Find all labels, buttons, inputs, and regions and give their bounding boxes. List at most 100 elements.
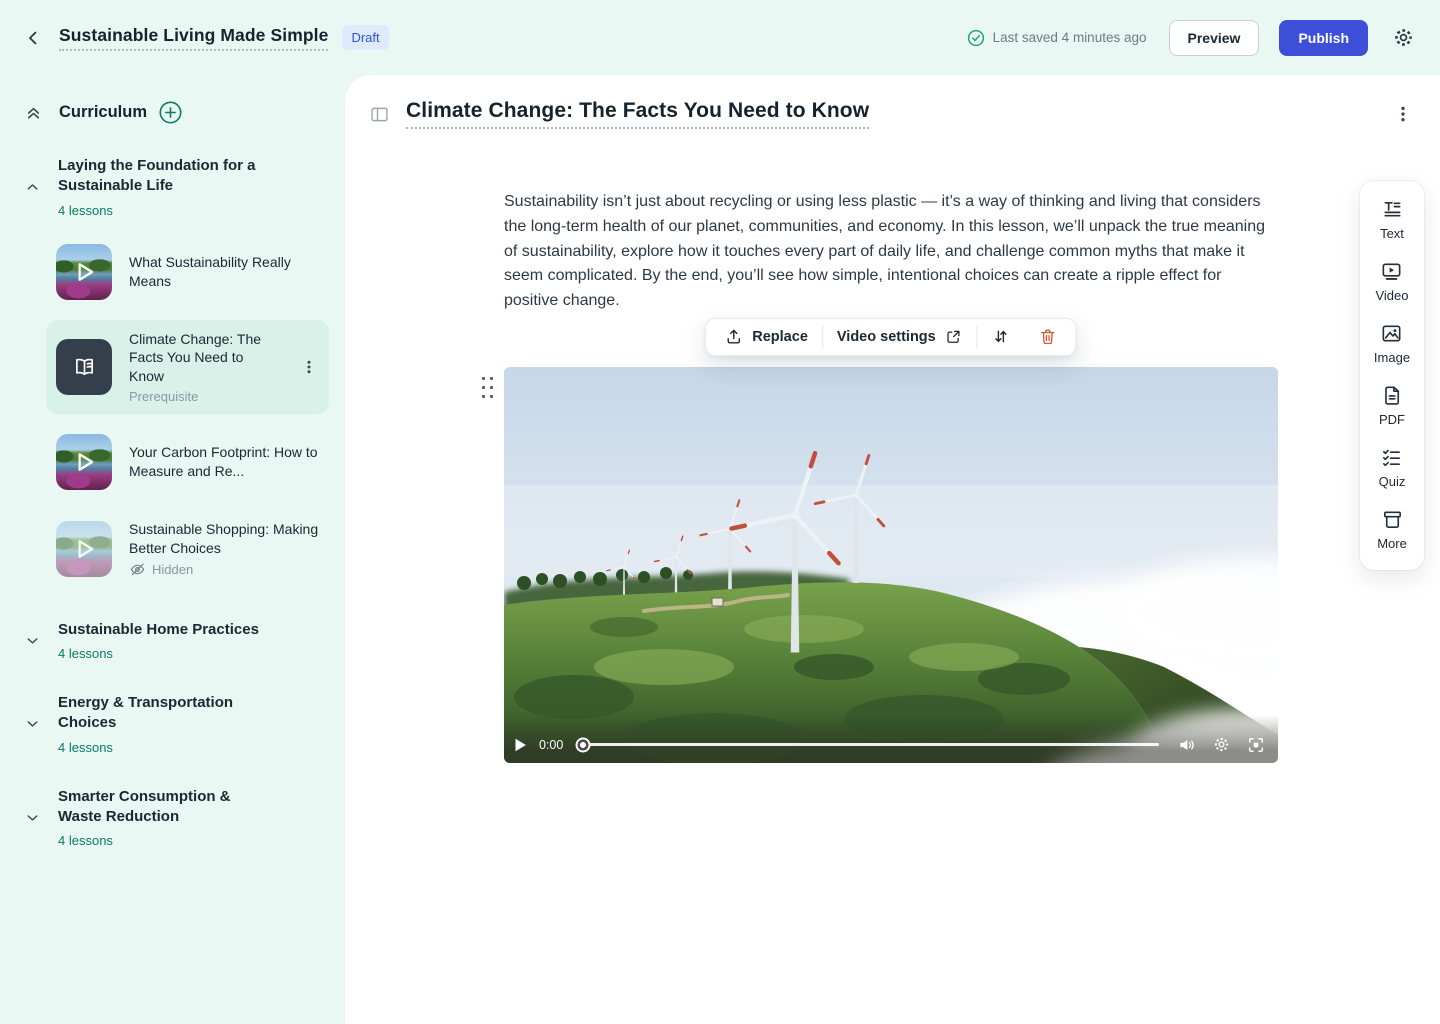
- reading-lesson-tile: [56, 339, 112, 395]
- collapse-all-button[interactable]: [24, 103, 43, 122]
- top-bar: Sustainable Living Made Simple Draft Las…: [0, 0, 1440, 75]
- curriculum-title: Curriculum: [59, 103, 147, 122]
- section-header[interactable]: Energy & Transportation Choices 4 lesson…: [24, 693, 329, 755]
- fullscreen-button[interactable]: [1246, 735, 1266, 755]
- image-block-icon: [1380, 322, 1403, 345]
- add-pdf-block-button[interactable]: PDF: [1379, 384, 1405, 427]
- volume-button[interactable]: [1177, 735, 1197, 755]
- lesson-item-sustainable-shopping[interactable]: Sustainable Shopping: Making Better Choi…: [46, 510, 329, 588]
- delete-block-button[interactable]: [1025, 319, 1072, 355]
- section-header[interactable]: Laying the Foundation for a Sustainable …: [24, 156, 329, 218]
- video-thumbnail: [56, 521, 112, 577]
- section-lesson-count: 4 lessons: [58, 203, 268, 218]
- drag-handle[interactable]: [478, 373, 492, 402]
- lesson-options-button[interactable]: [1394, 105, 1412, 123]
- lesson-options-button[interactable]: [299, 355, 319, 379]
- video-toolbar: Replace Video settings: [705, 318, 1076, 356]
- curriculum-sidebar: Curriculum Laying the Foundation for a S…: [0, 75, 345, 1024]
- curriculum-section: Laying the Foundation for a Sustainable …: [0, 156, 345, 588]
- preview-button[interactable]: Preview: [1169, 20, 1260, 56]
- trash-icon: [1039, 327, 1058, 346]
- toggle-sidebar-button[interactable]: [369, 104, 390, 125]
- add-video-block-button[interactable]: Video: [1375, 260, 1408, 303]
- section-title: Energy & Transportation Choices: [58, 693, 268, 734]
- double-chevron-up-icon: [24, 103, 43, 122]
- last-saved-text: Last saved 4 minutes ago: [993, 30, 1147, 45]
- video-controls: 0:00: [504, 715, 1278, 763]
- add-image-block-button[interactable]: Image: [1374, 322, 1410, 365]
- lesson-item-climate-change[interactable]: Climate Change: The Facts You Need to Kn…: [46, 320, 329, 415]
- chevron-left-icon: [24, 29, 42, 47]
- chevron-down-icon: [24, 809, 41, 826]
- section-title: Sustainable Home Practices: [58, 620, 259, 640]
- video-block-icon: [1380, 260, 1403, 283]
- book-open-icon: [71, 353, 98, 380]
- settings-button[interactable]: [1392, 26, 1415, 49]
- back-button[interactable]: [24, 29, 42, 47]
- quiz-block-icon: [1380, 446, 1403, 469]
- play-icon: [69, 257, 99, 287]
- chevron-up-icon: [24, 178, 41, 195]
- seek-bar[interactable]: [583, 743, 1159, 746]
- add-quiz-block-button[interactable]: Quiz: [1379, 446, 1406, 489]
- text-block-icon: [1381, 198, 1404, 221]
- player-settings-button[interactable]: [1212, 735, 1231, 754]
- lesson-meta: Hidden: [152, 562, 193, 577]
- chevron-down-icon: [24, 632, 41, 649]
- replace-video-button[interactable]: Replace: [710, 319, 822, 355]
- add-section-button[interactable]: [159, 101, 182, 124]
- lesson-title: Sustainable Shopping: Making Better Choi…: [129, 520, 319, 558]
- lesson-title: What Sustainability Really Means: [129, 253, 319, 291]
- check-circle-icon: [967, 29, 985, 47]
- player-gear-icon: [1212, 735, 1231, 754]
- video-frame-wind-turbines: [504, 367, 1278, 763]
- kebab-icon: [1394, 105, 1412, 123]
- publish-button[interactable]: Publish: [1279, 20, 1368, 56]
- fullscreen-icon: [1246, 735, 1266, 755]
- current-time: 0:00: [539, 738, 563, 752]
- add-text-block-button[interactable]: Text: [1380, 198, 1404, 241]
- section-header[interactable]: Sustainable Home Practices 4 lessons: [24, 620, 329, 661]
- video-thumbnail: [56, 244, 112, 300]
- video-thumbnail: [56, 434, 112, 490]
- video-block: Replace Video settings: [504, 367, 1278, 763]
- plus-circle-icon: [159, 101, 182, 124]
- more-blocks-icon: [1381, 508, 1404, 531]
- kebab-icon: [301, 359, 317, 375]
- section-title: Smarter Consumption & Waste Reduction: [58, 787, 268, 828]
- section-lesson-count: 4 lessons: [58, 740, 268, 755]
- course-title[interactable]: Sustainable Living Made Simple: [59, 25, 328, 51]
- pdf-block-icon: [1381, 384, 1404, 407]
- more-blocks-button[interactable]: More: [1377, 508, 1407, 551]
- panel-layout-icon: [369, 104, 390, 125]
- eye-off-icon: [129, 561, 146, 578]
- upload-icon: [724, 327, 743, 346]
- section-header[interactable]: Smarter Consumption & Waste Reduction 4 …: [24, 787, 329, 849]
- lesson-meta: Prerequisite: [129, 389, 282, 404]
- section-lesson-count: 4 lessons: [58, 646, 259, 661]
- move-block-button[interactable]: [978, 319, 1025, 355]
- last-saved-status: Last saved 4 minutes ago: [967, 29, 1147, 47]
- curriculum-section: Sustainable Home Practices 4 lessons: [0, 620, 345, 661]
- curriculum-section: Energy & Transportation Choices 4 lesson…: [0, 693, 345, 755]
- play-icon: [514, 738, 527, 752]
- seek-handle[interactable]: [576, 737, 591, 752]
- video-player[interactable]: 0:00: [504, 367, 1278, 763]
- lesson-title: Your Carbon Footprint: How to Measure an…: [129, 443, 319, 481]
- lesson-page-title[interactable]: Climate Change: The Facts You Need to Kn…: [406, 99, 869, 129]
- lesson-item-carbon-footprint[interactable]: Your Carbon Footprint: How to Measure an…: [46, 424, 329, 500]
- video-settings-button[interactable]: Video settings: [823, 319, 977, 355]
- section-title: Laying the Foundation for a Sustainable …: [58, 156, 268, 197]
- volume-icon: [1177, 735, 1197, 755]
- lesson-title: Climate Change: The Facts You Need to Kn…: [129, 330, 282, 387]
- lesson-paragraph[interactable]: Sustainability isn’t just about recyclin…: [504, 190, 1278, 314]
- section-lesson-count: 4 lessons: [58, 833, 268, 848]
- gear-icon: [1392, 26, 1415, 49]
- play-button[interactable]: [514, 738, 527, 752]
- play-icon: [69, 447, 99, 477]
- lesson-editor-panel: Climate Change: The Facts You Need to Kn…: [345, 75, 1440, 1024]
- block-palette: Text Video Image PDF Quiz More: [1360, 181, 1424, 570]
- external-link-icon: [945, 328, 963, 346]
- lesson-item-what-sustainability[interactable]: What Sustainability Really Means: [46, 234, 329, 310]
- curriculum-section: Smarter Consumption & Waste Reduction 4 …: [0, 787, 345, 849]
